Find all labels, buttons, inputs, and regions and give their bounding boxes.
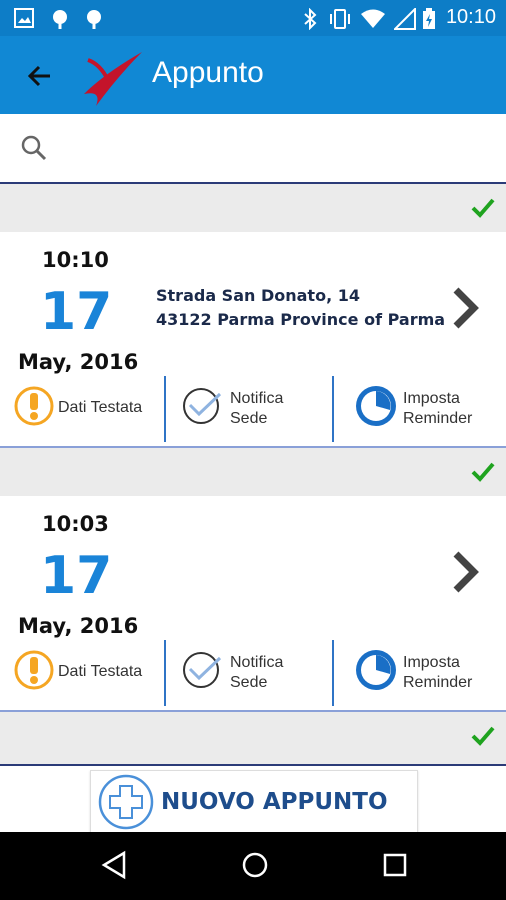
notifica-sede-label: Notifica Sede [230, 653, 283, 693]
reminder-label-line1: Imposta [403, 390, 460, 407]
imposta-reminder-label: Imposta Reminder [403, 653, 472, 693]
reminder-label-line1: Imposta [403, 654, 460, 671]
search-input[interactable] [60, 128, 494, 168]
warning-icon [14, 386, 54, 426]
bottom-bar: NUOVO APPUNTO [0, 764, 506, 834]
page-title: Appunto [152, 56, 264, 89]
status-bar: 10:10 [0, 0, 506, 36]
appointment-day: 17 [40, 282, 113, 342]
imposta-reminder-button[interactable]: Imposta Reminder [334, 376, 506, 442]
appointment-month: May, 2016 [18, 614, 139, 638]
search-icon[interactable] [20, 134, 48, 162]
system-nav-bar [0, 832, 506, 900]
dati-testata-label: Dati Testata [58, 399, 143, 416]
reminder-label-line2: Reminder [403, 410, 473, 427]
nav-recents-icon[interactable] [382, 850, 408, 880]
notifica-sede-button[interactable]: Notifica Sede [166, 376, 332, 442]
new-appointment-button[interactable]: NUOVO APPUNTO [90, 770, 418, 834]
notifica-sede-label: Notifica Sede [230, 389, 283, 429]
list-separator [0, 712, 506, 764]
wifi-icon [361, 9, 385, 28]
search-bar [0, 114, 506, 184]
battery-charging-icon [423, 8, 435, 29]
imposta-reminder-label: Imposta Reminder [403, 389, 472, 429]
address-line-1: Strada San Donato, 14 [156, 286, 360, 305]
appointment-time: 10:03 [42, 512, 109, 536]
notifica-sede-button[interactable]: Notifica Sede [166, 640, 332, 706]
notifica-label-line2: Sede [230, 674, 268, 691]
dati-testata-label: Dati Testata [58, 663, 143, 680]
warning-icon [14, 650, 54, 690]
image-icon [14, 8, 34, 28]
dati-testata-button[interactable]: Dati Testata [0, 640, 164, 706]
list-separator [0, 448, 506, 496]
app-bar: Appunto [0, 36, 506, 114]
check-icon [471, 462, 495, 482]
new-appointment-label: NUOVO APPUNTO [161, 789, 388, 815]
clock-icon [356, 650, 396, 690]
check-circle-icon [183, 388, 222, 424]
appointment-day: 17 [40, 546, 113, 606]
vibrate-icon [330, 9, 350, 29]
signal-icon [394, 8, 416, 30]
clock-icon [356, 386, 396, 426]
dati-testata-button[interactable]: Dati Testata [0, 376, 164, 442]
appointment-card[interactable]: 10:03 17 May, 2016 Dati Testata Notifica… [0, 496, 506, 712]
add-circle-icon [98, 774, 154, 830]
appointment-time: 10:10 [42, 248, 109, 272]
bluetooth-icon [304, 8, 317, 30]
check-circle-icon [183, 652, 222, 688]
notifica-label-line1: Notifica [230, 390, 284, 407]
nav-back-icon[interactable] [100, 850, 128, 880]
list-separator [0, 184, 506, 232]
appointment-month: May, 2016 [18, 350, 139, 374]
notifica-label-line2: Sede [230, 410, 268, 427]
android-icon [53, 10, 67, 29]
check-icon [471, 198, 495, 218]
chevron-right-icon[interactable] [448, 548, 484, 596]
back-arrow-icon[interactable] [22, 58, 58, 94]
address-line-2: 43122 Parma Province of Parma [156, 310, 446, 329]
appointment-actions: Dati Testata Notifica Sede Imposta Reminde… [0, 376, 506, 448]
appointment-actions: Dati Testata Notifica Sede Imposta Reminde… [0, 640, 506, 712]
appointment-card[interactable]: 10:10 17 May, 2016 Strada San Donato, 14… [0, 232, 506, 448]
reminder-label-line2: Reminder [403, 674, 473, 691]
android-icon [87, 10, 101, 29]
nav-home-icon[interactable] [240, 850, 270, 880]
app-logo [84, 52, 142, 106]
notifica-label-line1: Notifica [230, 654, 284, 671]
status-time: 10:10 [445, 6, 496, 28]
imposta-reminder-button[interactable]: Imposta Reminder [334, 640, 506, 706]
appointment-address: Strada San Donato, 14 43122 Parma Provin… [156, 284, 445, 332]
check-icon [471, 726, 495, 746]
chevron-right-icon[interactable] [448, 284, 484, 332]
